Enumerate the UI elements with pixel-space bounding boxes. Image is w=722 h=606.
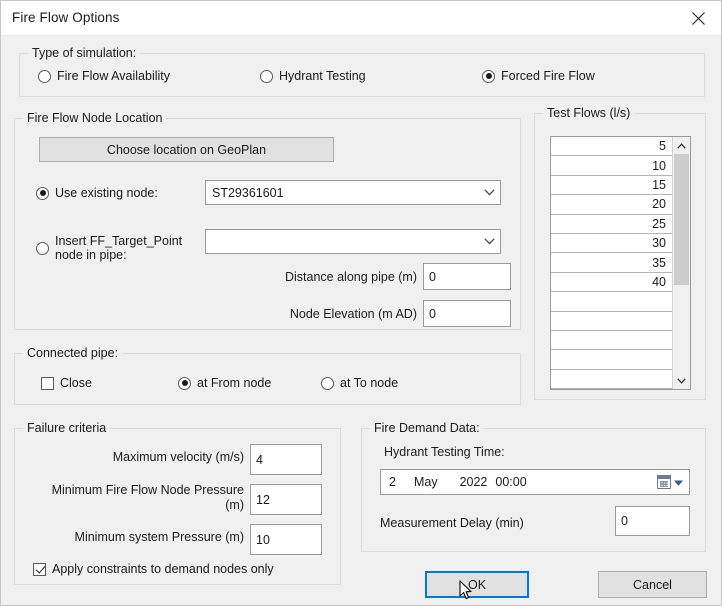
radio-use-existing-node[interactable]: Use existing node:	[36, 186, 158, 200]
simulation-type-group: Type of simulation: Fire Flow Availabili…	[19, 46, 705, 97]
test-flow-row[interactable]: 25	[551, 214, 672, 234]
fire-flow-options-dialog: Fire Flow Options Type of simulation: Fi…	[0, 0, 722, 606]
test-flow-row[interactable]	[551, 311, 672, 331]
insert-pipe-combo[interactable]	[205, 229, 501, 254]
radio-hydrant-testing[interactable]: Hydrant Testing	[260, 69, 366, 83]
hydrant-testing-time-picker[interactable]: 2 May 2022 00:00	[380, 469, 690, 495]
failure-criteria-legend: Failure criteria	[23, 421, 111, 435]
radio-label: Use existing node:	[55, 186, 158, 200]
existing-node-combo[interactable]: ST29361601	[205, 180, 501, 205]
min-fire-flow-node-pressure-input[interactable]: 12	[250, 484, 322, 515]
checkbox-label: Apply constraints to demand nodes only	[52, 562, 274, 576]
radio-forced-fire-flow[interactable]: Forced Fire Flow	[482, 69, 595, 83]
radio-indicator	[36, 186, 49, 200]
checkbox-label: Close	[60, 376, 92, 390]
test-flow-row[interactable]: 15	[551, 175, 672, 196]
window-title: Fire Flow Options	[12, 10, 120, 25]
date-day[interactable]: 2	[389, 475, 396, 489]
test-flows-group: Test Flows (l/s) 5 10 15 20 25 30 35 40	[534, 106, 706, 400]
checkbox-indicator	[41, 376, 54, 390]
date-year[interactable]: 2022	[460, 475, 488, 489]
calendar-icon[interactable]	[657, 475, 671, 489]
chevron-up-icon[interactable]	[673, 137, 690, 154]
test-flow-row[interactable]	[551, 330, 672, 351]
ok-button[interactable]: OK	[425, 571, 529, 598]
failure-criteria-group: Failure criteria Maximum velocity (m/s) …	[14, 421, 341, 585]
simulation-type-legend: Type of simulation:	[28, 46, 141, 60]
title-bar: Fire Flow Options	[1, 1, 721, 36]
date-month[interactable]: May	[414, 475, 438, 489]
node-elevation-input[interactable]: 0	[423, 300, 511, 327]
radio-indicator	[321, 376, 334, 390]
radio-at-to-node[interactable]: at To node	[321, 376, 398, 390]
measurement-delay-label: Measurement Delay (min)	[380, 516, 524, 530]
checkbox-indicator	[33, 562, 46, 576]
radio-at-from-node[interactable]: at From node	[178, 376, 271, 390]
test-flows-listbox[interactable]: 5 10 15 20 25 30 35 40	[550, 136, 691, 390]
radio-insert-ff-target-point[interactable]: Insert FF_Target_Point node in pipe:	[36, 234, 205, 262]
fire-demand-legend: Fire Demand Data:	[370, 421, 484, 435]
radio-label: Forced Fire Flow	[501, 69, 595, 83]
distance-along-pipe-label: Distance along pipe (m)	[284, 270, 417, 284]
radio-label: Hydrant Testing	[279, 69, 366, 83]
min-system-pressure-label: Minimum system Pressure (m)	[74, 530, 244, 544]
node-location-group: Fire Flow Node Location Choose location …	[14, 111, 521, 330]
radio-fire-flow-availability[interactable]: Fire Flow Availability	[38, 69, 170, 83]
close-pipe-checkbox[interactable]: Close	[41, 376, 92, 390]
chevron-down-icon	[478, 238, 500, 245]
test-flow-row[interactable]: 10	[551, 156, 672, 176]
test-flow-row[interactable]: 30	[551, 233, 672, 254]
radio-label: Fire Flow Availability	[57, 69, 171, 83]
chevron-down-icon[interactable]	[673, 372, 690, 389]
test-flows-rows: 5 10 15 20 25 30 35 40	[551, 137, 672, 389]
radio-indicator	[38, 69, 51, 83]
connected-pipe-group: Connected pipe: Close at From node at To…	[14, 346, 521, 405]
chevron-down-icon[interactable]	[674, 475, 683, 489]
radio-label: Insert FF_Target_Point node in pipe:	[55, 234, 183, 262]
chevron-down-icon	[478, 189, 500, 196]
cancel-button[interactable]: Cancel	[598, 571, 707, 598]
close-icon[interactable]	[675, 1, 721, 35]
test-flow-row[interactable]: 20	[551, 195, 672, 215]
radio-indicator	[36, 241, 49, 255]
test-flow-row[interactable]	[551, 292, 672, 312]
distance-along-pipe-input[interactable]: 0	[423, 263, 511, 290]
node-location-legend: Fire Flow Node Location	[23, 111, 167, 125]
scrollbar-thumb[interactable]	[674, 154, 689, 285]
choose-location-on-geoplan-button[interactable]: Choose location on GeoPlan	[39, 137, 334, 162]
apply-constraints-checkbox[interactable]: Apply constraints to demand nodes only	[33, 562, 274, 576]
test-flow-row[interactable]	[551, 350, 672, 370]
test-flows-legend: Test Flows (l/s)	[543, 106, 635, 120]
test-flow-row[interactable]: 35	[551, 253, 672, 273]
test-flow-row[interactable]	[551, 369, 672, 389]
radio-label: at To node	[340, 376, 399, 390]
radio-label: at From node	[197, 376, 272, 390]
min-system-pressure-input[interactable]: 10	[250, 524, 322, 555]
test-flow-row[interactable]: 5	[551, 137, 672, 157]
measurement-delay-input[interactable]: 0	[615, 506, 690, 536]
max-velocity-input[interactable]: 4	[250, 444, 322, 475]
radio-indicator	[482, 69, 495, 83]
hydrant-testing-time-label: Hydrant Testing Time:	[384, 445, 505, 459]
radio-indicator	[260, 69, 273, 83]
min-fire-flow-node-pressure-label: Minimum Fire Flow Node Pressure (m)	[51, 483, 244, 512]
max-velocity-label: Maximum velocity (m/s)	[112, 450, 244, 464]
existing-node-value: ST29361601	[212, 185, 284, 200]
node-elevation-label: Node Elevation (m AD)	[289, 307, 417, 321]
test-flows-scrollbar[interactable]	[672, 137, 690, 389]
fire-demand-data-group: Fire Demand Data: Hydrant Testing Time: …	[361, 421, 706, 552]
connected-pipe-legend: Connected pipe:	[23, 346, 123, 360]
test-flow-row[interactable]: 40	[551, 272, 672, 293]
radio-indicator	[178, 376, 191, 390]
date-time[interactable]: 00:00	[495, 475, 526, 489]
scrollbar-track[interactable]	[673, 154, 690, 372]
